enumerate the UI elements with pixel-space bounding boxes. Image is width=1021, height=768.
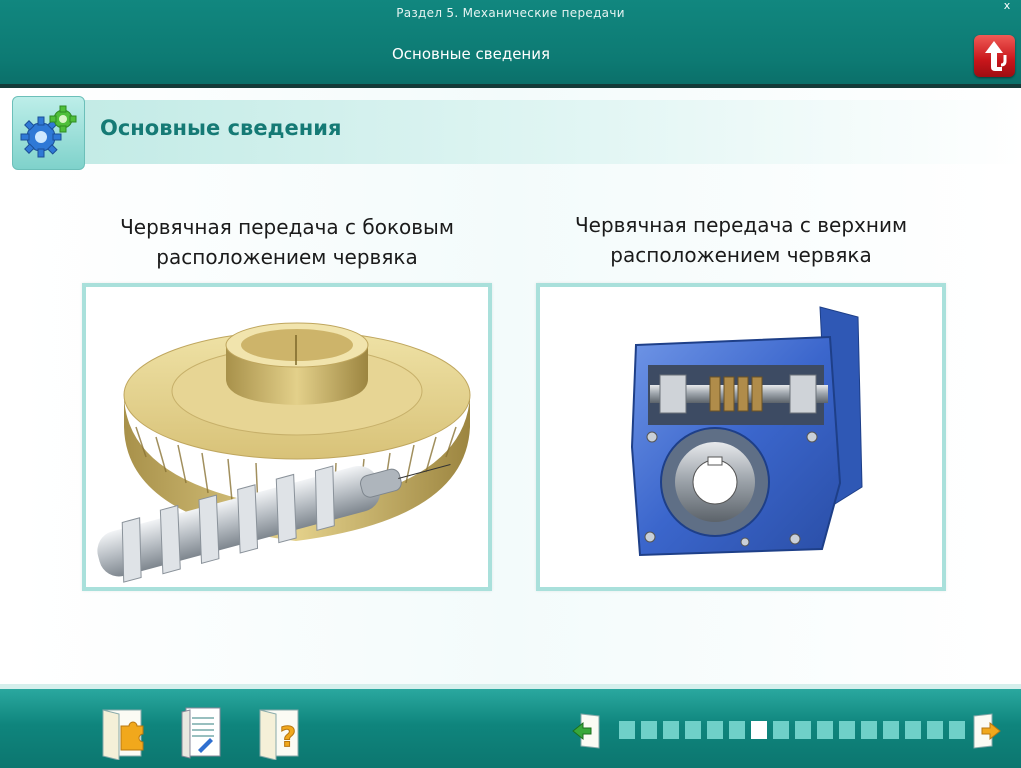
side-worm-gear-image	[82, 283, 492, 591]
progress-page-6[interactable]	[729, 721, 745, 739]
section-title: Раздел 5. Механические передачи	[396, 6, 625, 20]
progress-page-15[interactable]	[927, 721, 943, 739]
svg-text:?: ?	[280, 720, 296, 753]
help-folder-button[interactable]: ?	[254, 704, 308, 760]
progress-page-10[interactable]	[817, 721, 833, 739]
progress-page-12[interactable]	[861, 721, 877, 739]
right-caption-line2: расположением червяка	[610, 243, 872, 267]
top-worm-gearbox-image	[536, 283, 946, 591]
worm-gear-illustration	[97, 322, 471, 583]
notebook-button[interactable]	[176, 704, 230, 760]
up-arrow-icon	[985, 41, 1007, 71]
right-caption-line1: Червячная передача с верхним	[574, 213, 908, 237]
page-title: Основные сведения	[100, 116, 342, 140]
up-arrow-button[interactable]	[974, 35, 1015, 77]
help-folder-icon: ?	[259, 709, 299, 760]
progress-page-4[interactable]	[685, 721, 701, 739]
window-close-button[interactable]: x	[998, 0, 1016, 12]
arrow-right-icon	[973, 713, 1001, 749]
next-page-button[interactable]	[972, 712, 1002, 750]
left-caption-line1: Червячная передача с боковым	[120, 215, 454, 239]
left-caption: Червячная передача с боковым расположени…	[82, 212, 492, 272]
gears-icon	[20, 105, 77, 158]
puzzle-folder-button[interactable]	[97, 704, 151, 760]
progress-page-14[interactable]	[905, 721, 921, 739]
progress-page-9[interactable]	[795, 721, 811, 739]
progress-page-7[interactable]	[751, 721, 767, 739]
progress-page-8[interactable]	[773, 721, 789, 739]
right-caption: Червячная передача с верхним расположени…	[536, 210, 946, 270]
gearbox-illustration	[630, 306, 863, 557]
page-progress	[619, 721, 965, 741]
progress-page-2[interactable]	[641, 721, 657, 739]
arrow-left-icon	[572, 713, 600, 749]
left-caption-line2: расположением червяка	[156, 245, 418, 269]
progress-page-5[interactable]	[707, 721, 723, 739]
prev-page-button[interactable]	[571, 712, 601, 750]
progress-page-16[interactable]	[949, 721, 965, 739]
progress-page-1[interactable]	[619, 721, 635, 739]
progress-page-13[interactable]	[883, 721, 899, 739]
progress-page-3[interactable]	[663, 721, 679, 739]
progress-page-11[interactable]	[839, 721, 855, 739]
gears-section-icon	[12, 96, 85, 170]
header-page-heading: Основные сведения	[391, 45, 551, 63]
notebook-icon	[181, 707, 221, 759]
puzzle-folder-icon	[102, 709, 144, 760]
